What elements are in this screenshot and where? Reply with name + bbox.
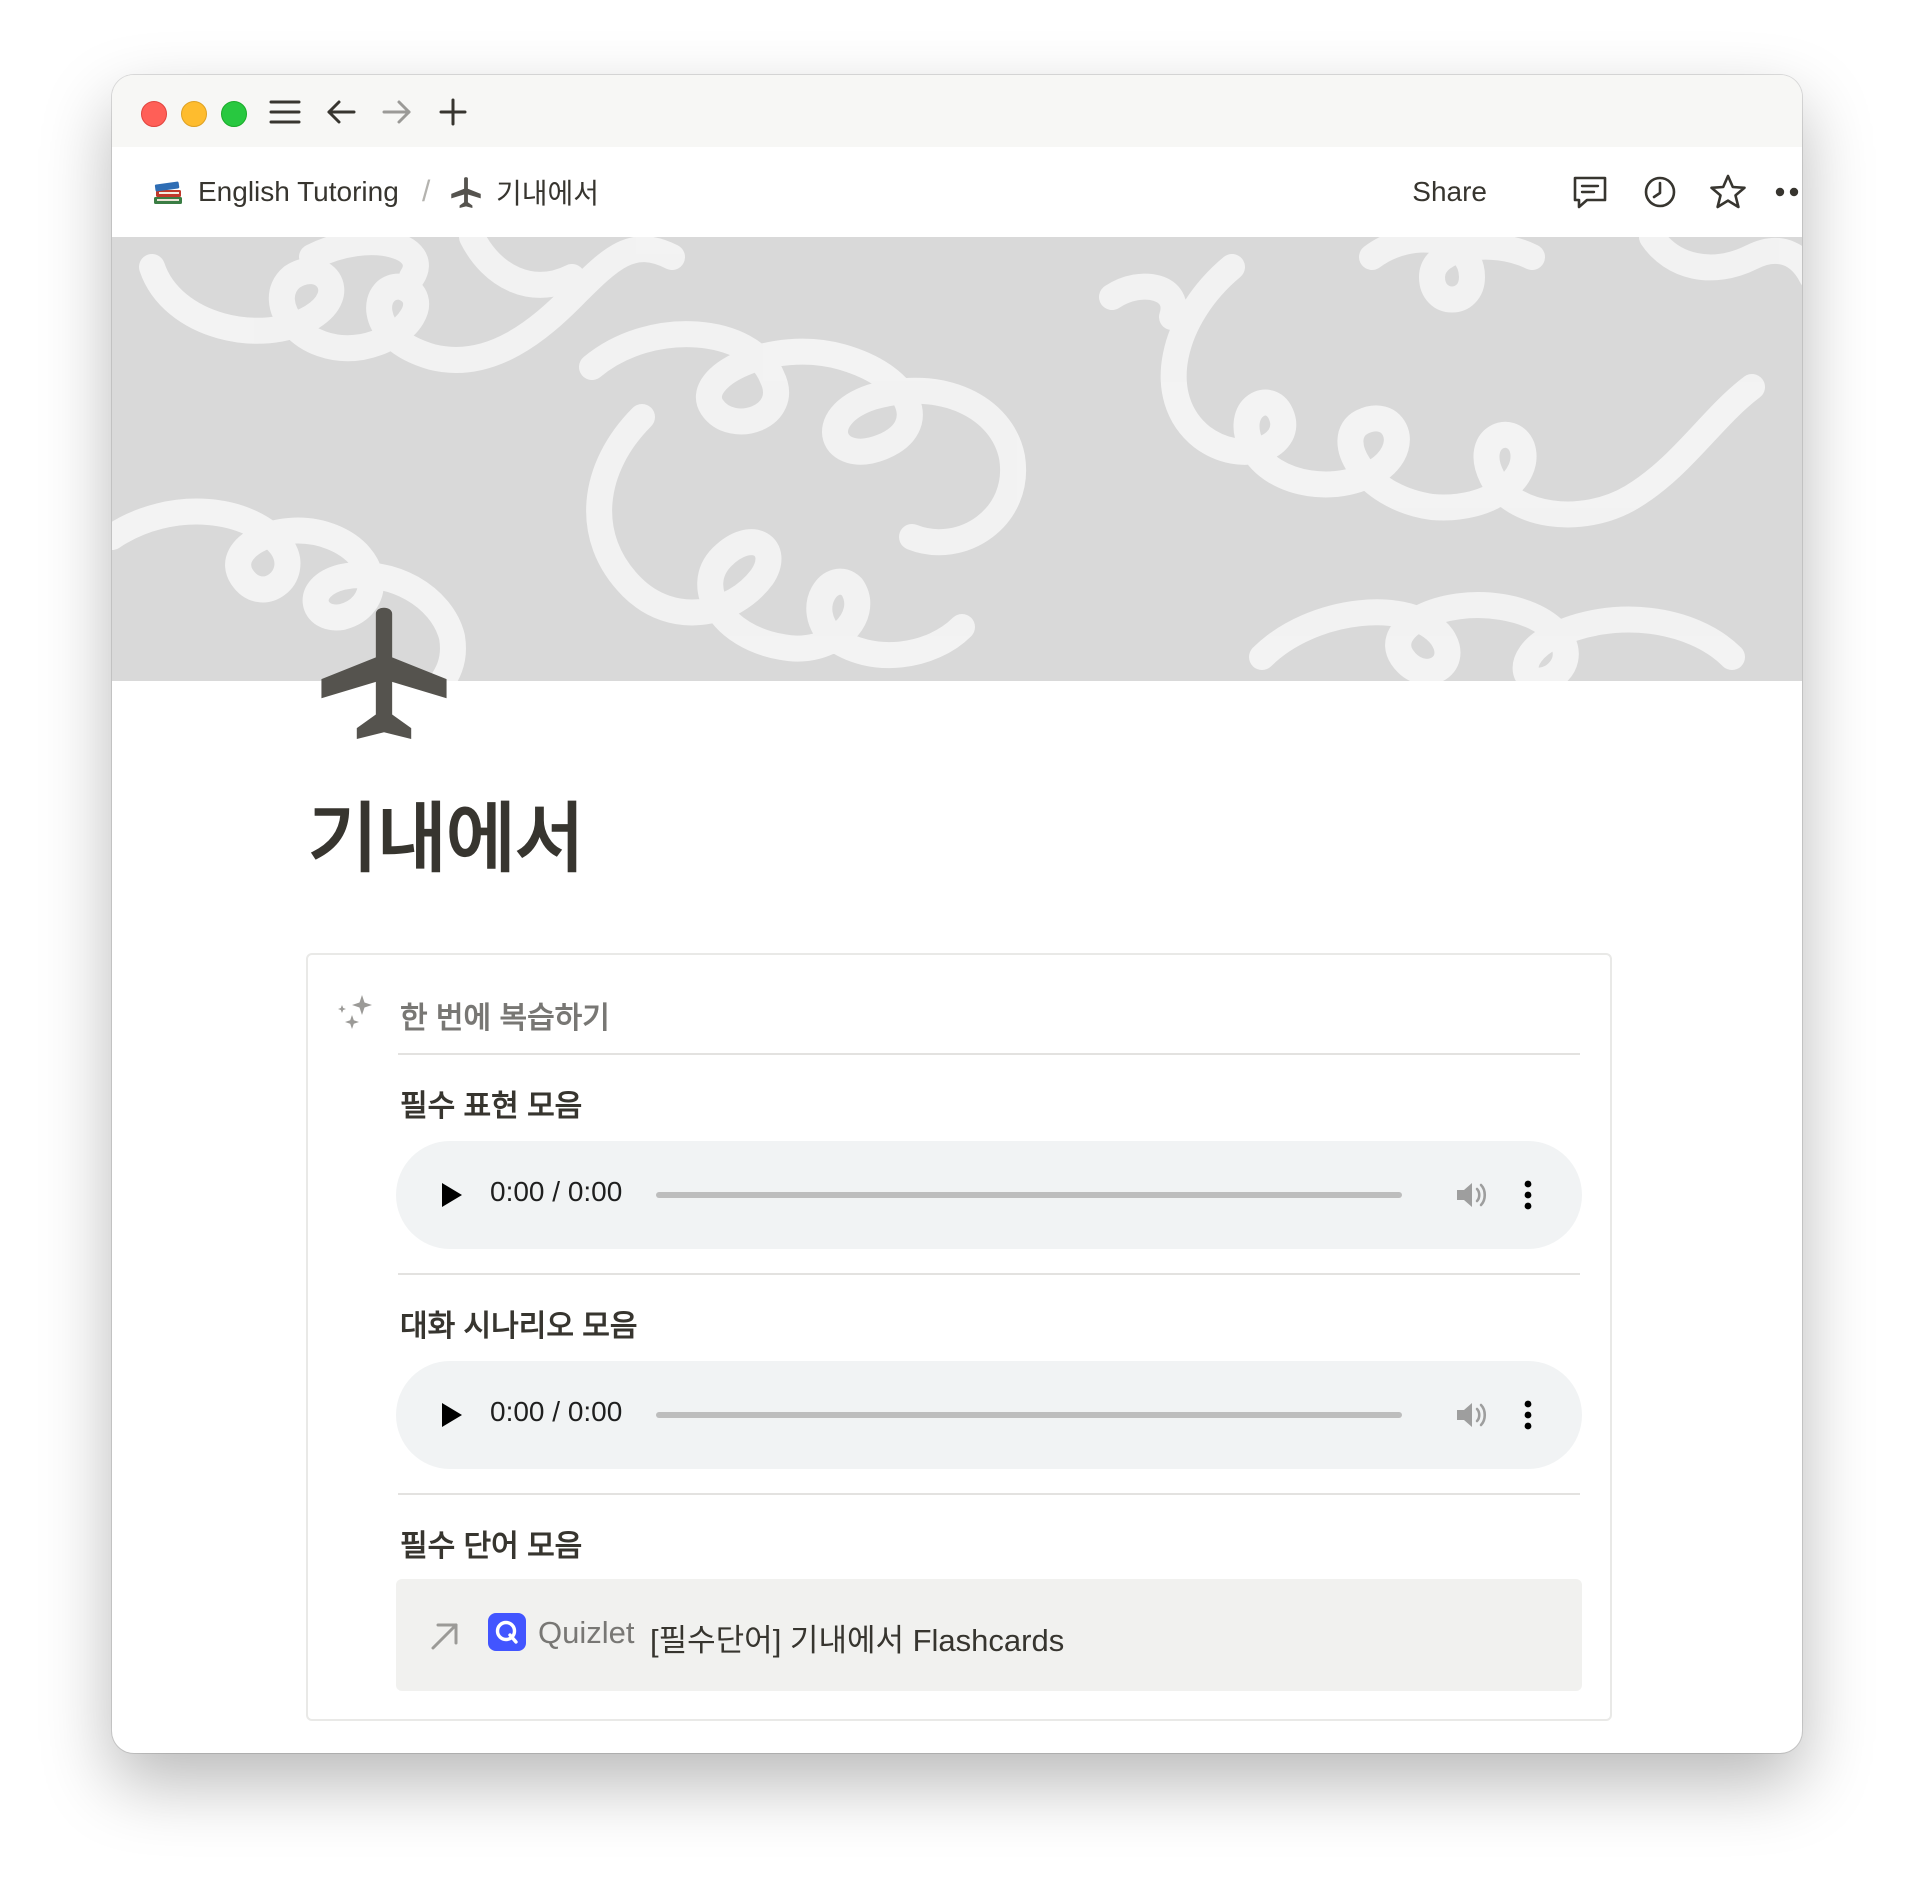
star-icon[interactable] (1706, 170, 1750, 214)
section-heading-vocabulary: 필수 단어 모음 (400, 1530, 583, 1563)
audio-progress-slider[interactable] (656, 1192, 1402, 1198)
audio-progress-slider[interactable] (656, 1412, 1402, 1418)
section-heading-expressions: 필수 표현 모음 (400, 1090, 583, 1123)
quizlet-link-bookmark[interactable]: Quizlet [필수단어] 기내에서 Flashcards (396, 1579, 1582, 1691)
breadcrumb-page-label: 기내에서 (496, 178, 600, 209)
callout-divider (398, 1493, 1580, 1495)
airplane-icon (448, 174, 484, 210)
page-title[interactable]: 기내에서 (308, 777, 585, 887)
history-clock-icon[interactable] (1638, 170, 1682, 214)
back-arrow-icon[interactable] (322, 93, 360, 131)
audio-player-expressions: 0:00 / 0:00 (396, 1141, 1582, 1249)
audio-player-scenarios: 0:00 / 0:00 (396, 1361, 1582, 1469)
more-vertical-icon[interactable] (1518, 1177, 1538, 1213)
close-window-button[interactable] (141, 101, 167, 127)
books-emoji-icon (150, 174, 186, 210)
review-callout: 한 번에 복습하기 필수 표현 모음 0:00 / 0:00 대화 시나리오 모… (306, 953, 1612, 1721)
window-titlebar (112, 75, 1802, 147)
zoom-window-button[interactable] (221, 101, 247, 127)
sidebar-menu-icon[interactable] (266, 93, 304, 131)
bookmark-title: [필수단어] 기내에서 Flashcards (650, 1623, 1065, 1658)
breadcrumb-separator: / (422, 175, 431, 208)
play-icon[interactable] (438, 1181, 464, 1209)
minimize-window-button[interactable] (181, 101, 207, 127)
volume-icon[interactable] (1454, 1397, 1490, 1433)
more-horizontal-icon[interactable] (1772, 170, 1802, 214)
volume-icon[interactable] (1454, 1177, 1490, 1213)
more-vertical-icon[interactable] (1518, 1397, 1538, 1433)
share-button[interactable]: Share (1412, 147, 1487, 237)
bookmark-site-name: Quizlet (538, 1615, 635, 1650)
audio-time: 0:00 / 0:00 (490, 1396, 623, 1427)
page-topbar: English Tutoring / 기내에서 Share (112, 147, 1802, 237)
callout-divider (398, 1273, 1580, 1275)
forward-arrow-icon[interactable] (378, 93, 416, 131)
audio-time: 0:00 / 0:00 (490, 1176, 623, 1207)
new-tab-plus-icon[interactable] (434, 93, 472, 131)
callout-divider (398, 1053, 1580, 1055)
quizlet-logo-icon (488, 1613, 526, 1651)
app-window: English Tutoring / 기내에서 Share 기내에서 한 번에 … (112, 75, 1802, 1753)
breadcrumb-page[interactable]: 기내에서 (448, 147, 599, 237)
arrow-up-right-icon (428, 1619, 462, 1653)
breadcrumb-workspace[interactable]: English Tutoring (150, 147, 399, 237)
page-airplane-icon[interactable] (316, 603, 452, 739)
comment-icon[interactable] (1568, 170, 1612, 214)
section-heading-scenarios: 대화 시나리오 모음 (400, 1310, 638, 1343)
sparkles-icon[interactable] (336, 993, 378, 1035)
play-icon[interactable] (438, 1401, 464, 1429)
callout-header: 한 번에 복습하기 (308, 955, 1610, 1055)
breadcrumb-workspace-label: English Tutoring (198, 176, 399, 207)
callout-title: 한 번에 복습하기 (400, 1002, 610, 1035)
